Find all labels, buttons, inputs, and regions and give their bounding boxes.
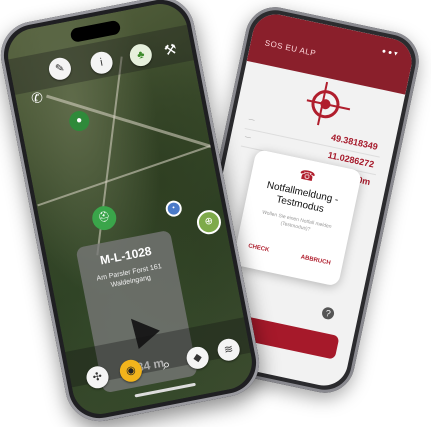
map-marker-icon[interactable]: ● bbox=[67, 109, 92, 133]
dialog-check-button[interactable]: CHECK bbox=[248, 243, 270, 253]
user-location-icon: • bbox=[164, 199, 184, 219]
longitude-label: — bbox=[244, 134, 252, 142]
rescue-point-icon[interactable]: ⛑ bbox=[90, 204, 119, 233]
app-title: SOS EU ALP bbox=[263, 38, 317, 59]
app-header: SOS EU ALP ● ● ▾ bbox=[246, 10, 417, 95]
dialog-abort-button[interactable]: ABBRUCH bbox=[300, 254, 331, 266]
emergency-dialog: ☎ Notfallmeldung - Testmodus Wollen Sie … bbox=[232, 148, 363, 287]
target-marker-icon[interactable]: ⊕ bbox=[194, 208, 224, 237]
help-icon[interactable]: ? bbox=[320, 306, 336, 321]
status-bar: ● ● ▾ bbox=[381, 47, 399, 58]
location-target-icon bbox=[308, 87, 343, 121]
phone-icon: ☎ bbox=[297, 166, 317, 185]
latitude-label: — bbox=[247, 116, 256, 124]
map-road bbox=[37, 139, 228, 207]
latitude-value: 49.3818349 bbox=[330, 132, 379, 152]
left-phone: ✆ ✎ i ♣ ⚒ ● ⛑ • ⊕ M-L-1028 Am Parsler Fo… bbox=[0, 0, 265, 427]
map-screen[interactable]: ✆ ✎ i ♣ ⚒ ● ⛑ • ⊕ M-L-1028 Am Parsler Fo… bbox=[3, 0, 257, 419]
